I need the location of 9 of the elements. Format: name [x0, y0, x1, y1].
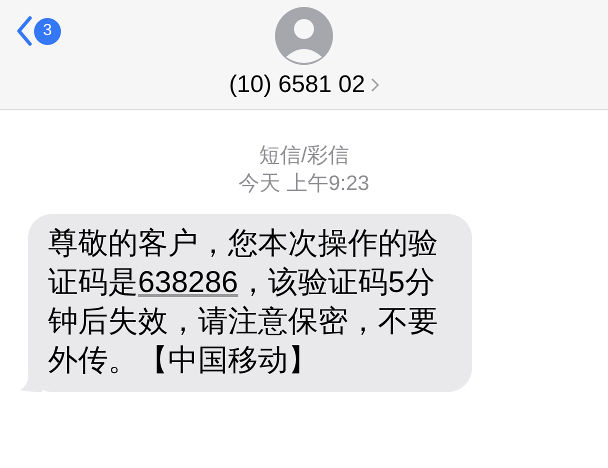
avatar-icon[interactable] — [275, 7, 333, 65]
message-time: 今天 上午9:23 — [238, 171, 370, 197]
back-icon[interactable] — [16, 16, 32, 46]
service-label: 短信/彩信 — [259, 143, 349, 169]
contact-name[interactable]: (10) 6581 02 — [228, 67, 366, 103]
message-text: 尊敬的客户，您本次操作的验证码是638286，该验证码5分钟后失效，请注意保密，不要外传。【中国移动】 — [48, 226, 439, 379]
verification-code-link[interactable]: 638286 — [138, 266, 238, 299]
unread-count-badge[interactable]: 3 — [34, 18, 61, 44]
chevron-right-icon[interactable] — [371, 78, 380, 92]
